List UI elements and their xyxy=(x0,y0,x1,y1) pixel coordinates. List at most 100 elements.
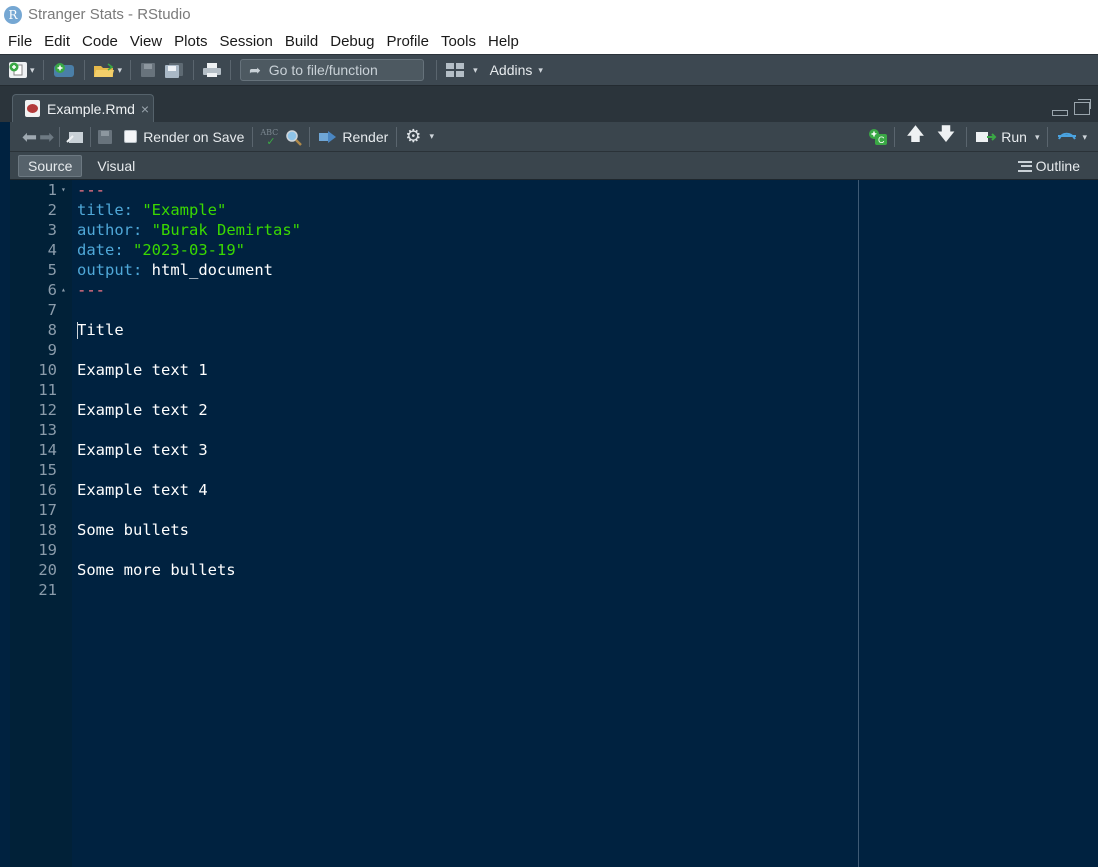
code-line[interactable]: 15 xyxy=(10,460,1098,480)
menu-code[interactable]: Code xyxy=(76,33,124,50)
arrow-up-icon[interactable]: 🡅 xyxy=(906,122,925,152)
code-token: "Example" xyxy=(142,201,227,219)
code-line[interactable]: 18 Some bullets xyxy=(10,520,1098,540)
menu-plots[interactable]: Plots xyxy=(168,33,213,50)
addins-menu-button[interactable]: Addins ▾ xyxy=(487,58,546,82)
toolbar-divider xyxy=(83,60,85,80)
source-mode-button[interactable]: Source xyxy=(18,154,83,177)
render-button[interactable]: Render xyxy=(315,125,391,149)
new-file-button[interactable]: ▾ xyxy=(6,58,38,82)
search-icon[interactable] xyxy=(284,128,304,146)
code-line[interactable]: 6 ▴ --- xyxy=(10,280,1098,300)
toolbar-divider xyxy=(130,60,132,80)
toolbar-divider xyxy=(309,126,311,147)
code-line[interactable]: 3 author: "Burak Demirtas" xyxy=(10,220,1098,240)
show-in-window-icon[interactable] xyxy=(65,129,85,145)
menu-edit[interactable]: Edit xyxy=(38,33,76,50)
code-token: Example text 1 xyxy=(77,361,208,379)
window-title: Stranger Stats - RStudio xyxy=(28,6,191,23)
forward-arrow-icon[interactable]: ➡ xyxy=(39,128,54,146)
rstudio-logo-icon: R xyxy=(4,5,22,24)
open-file-button[interactable]: ▾ xyxy=(90,58,126,82)
arrow-down-icon[interactable]: 🡇 xyxy=(937,122,956,152)
code-line[interactable]: 2 title: "Example" xyxy=(10,200,1098,220)
code-text: Title xyxy=(77,320,124,340)
code-text: Example text 4 xyxy=(77,480,208,500)
outline-button[interactable]: Outline xyxy=(1017,152,1080,180)
line-number: 4 xyxy=(47,241,57,259)
spellcheck-button[interactable]: ABC ✓ xyxy=(258,126,284,148)
run-button[interactable]: Run ▾ xyxy=(972,125,1042,149)
code-line[interactable]: 21 xyxy=(10,580,1098,600)
maximize-pane-icon[interactable] xyxy=(1074,99,1091,115)
line-number: 12 xyxy=(38,401,57,419)
rmarkdown-file-icon xyxy=(25,100,40,117)
code-text: Some bullets xyxy=(77,520,189,540)
editor-toolbar: ⬅ ➡ Render on Save ABC ✓ Render ⚙ ▾ C 🡅 … xyxy=(10,122,1098,152)
code-line[interactable]: 11 xyxy=(10,380,1098,400)
menu-tools[interactable]: Tools xyxy=(435,33,482,50)
code-line[interactable]: 8 Title xyxy=(10,320,1098,340)
code-text: date: "2023-03-19" xyxy=(77,240,245,260)
menu-help[interactable]: Help xyxy=(482,33,525,50)
code-line[interactable]: 16 Example text 4 xyxy=(10,480,1098,500)
menu-view[interactable]: View xyxy=(124,33,168,50)
menu-session[interactable]: Session xyxy=(214,33,279,50)
menu-profile[interactable]: Profile xyxy=(380,33,435,50)
code-line[interactable]: 5 output: html_document xyxy=(10,260,1098,280)
code-line[interactable]: 12 Example text 2 xyxy=(10,400,1098,420)
toolbar-divider xyxy=(966,127,968,147)
menu-file[interactable]: File xyxy=(2,33,38,50)
gear-icon: ⚙ xyxy=(405,126,422,146)
code-line[interactable]: 4 date: "2023-03-19" xyxy=(10,240,1098,260)
workspace-panes-button[interactable]: ▾ xyxy=(442,58,481,82)
save-all-button[interactable] xyxy=(160,58,188,82)
visual-mode-button[interactable]: Visual xyxy=(88,155,144,177)
render-options-button[interactable]: ⚙ ▾ xyxy=(402,125,437,149)
code-text: Some more bullets xyxy=(77,560,236,580)
render-on-save-checkbox[interactable] xyxy=(124,130,138,143)
toolbar-divider xyxy=(894,127,896,147)
chevron-down-icon[interactable]: ▾ xyxy=(118,65,123,76)
insert-chunk-icon[interactable]: C xyxy=(867,128,889,146)
new-project-button[interactable] xyxy=(49,58,79,82)
save-button[interactable] xyxy=(136,58,160,82)
code-token: Example text 3 xyxy=(77,441,208,459)
menu-debug[interactable]: Debug xyxy=(324,33,380,50)
chevron-down-icon[interactable]: ▾ xyxy=(30,65,35,76)
render-icon xyxy=(319,130,337,143)
code-line[interactable]: 19 xyxy=(10,540,1098,560)
code-line[interactable]: 13 xyxy=(10,420,1098,440)
run-label: Run xyxy=(1001,129,1027,145)
minimize-pane-icon[interactable] xyxy=(1052,110,1068,116)
menu-build[interactable]: Build xyxy=(279,33,324,50)
code-line[interactable]: 17 xyxy=(10,500,1098,520)
close-icon[interactable]: × xyxy=(141,101,149,117)
code-line[interactable]: 20 Some more bullets xyxy=(10,560,1098,580)
fold-toggle-icon[interactable]: ▴ xyxy=(61,280,66,300)
back-arrow-icon[interactable]: ⬅ xyxy=(22,128,37,146)
tab-example-rmd[interactable]: Example.Rmd × xyxy=(12,94,154,122)
code-text: author: "Burak Demirtas" xyxy=(77,220,301,240)
toolbar-divider xyxy=(436,60,438,80)
render-on-save-label: Render on Save xyxy=(143,128,245,145)
chevron-down-icon[interactable]: ▾ xyxy=(473,65,478,76)
code-line[interactable]: 9 xyxy=(10,340,1098,360)
code-line[interactable]: 14 Example text 3 xyxy=(10,440,1098,460)
fold-toggle-icon[interactable]: ▾ xyxy=(61,180,66,200)
goto-file-function-input[interactable]: ➦ Go to file/function xyxy=(240,59,425,81)
line-number: 8 xyxy=(47,321,57,339)
print-button[interactable] xyxy=(199,58,225,82)
code-line[interactable]: 1 ▾ --- xyxy=(10,180,1098,200)
outline-label: Outline xyxy=(1035,158,1080,174)
toolbar-divider xyxy=(396,126,398,147)
rerun-button[interactable]: ▾ xyxy=(1053,125,1090,149)
code-line[interactable]: 7 xyxy=(10,300,1098,320)
code-editor[interactable]: 1 ▾ --- 2 title: "Example" 3 author: "Burak De… xyxy=(10,180,1098,867)
code-line[interactable]: 10 Example text 1 xyxy=(10,360,1098,380)
code-text: --- xyxy=(77,180,105,200)
line-number: 2 xyxy=(47,201,57,219)
menu-bar: File Edit Code View Plots Session Build … xyxy=(0,29,1098,54)
save-icon[interactable] xyxy=(96,129,114,145)
code-token: Some bullets xyxy=(77,521,189,539)
